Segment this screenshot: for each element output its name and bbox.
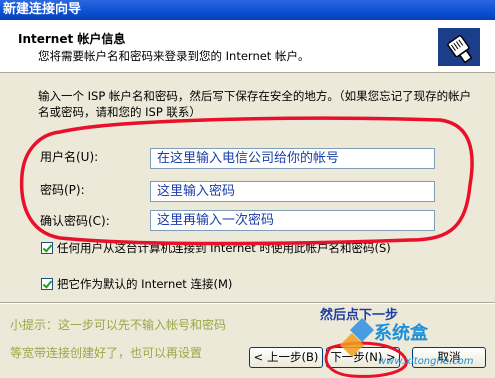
default-connection-label: 把它作为默认的 Internet 连接(M)	[57, 277, 233, 291]
confirm-password-label: 确认密码(C):	[40, 214, 110, 228]
any-user-label: 任何用户从这台计算机连接到 Internet 时使用此帐户名和密码(S)	[57, 241, 391, 255]
window-title: 新建连接向导	[3, 2, 82, 17]
instructions-text: 输入一个 ISP 帐户名和密码，然后写下保存在安全的地方。（如果您忘记了现存的帐…	[38, 89, 472, 119]
password-label: 密码(P):	[40, 183, 85, 197]
username-field[interactable]: 在这里输入电信公司给你的帐号	[150, 148, 435, 169]
watermark-url: www.xitonghe.com	[378, 356, 474, 367]
confirm-password-field[interactable]: 这里再输入一次密码	[150, 210, 435, 231]
username-label: 用户名(U):	[40, 150, 99, 164]
header-title: Internet 帐户信息	[18, 32, 126, 46]
back-button[interactable]: < 上一步(B)	[249, 347, 323, 368]
default-connection-option[interactable]: 把它作为默认的 Internet 连接(M)	[41, 276, 232, 292]
password-field[interactable]: 这里输入密码	[150, 181, 435, 202]
title-bar: 新建连接向导	[0, 0, 495, 20]
watermark-name: 系统盒	[374, 323, 428, 344]
tip-line-1: 小提示：这一步可以先不输入帐号和密码	[10, 318, 227, 332]
default-connection-checkbox[interactable]	[41, 278, 53, 290]
tip-line-2: 等宽带连接创建好了，也可以再设置	[10, 346, 203, 360]
wizard-header: Internet 帐户信息 您将需要帐户名和密码来登录到您的 Internet …	[0, 20, 495, 73]
divider	[0, 302, 495, 304]
header-subtitle: 您将需要帐户名和密码来登录到您的 Internet 帐户。	[38, 49, 310, 63]
any-user-checkbox[interactable]	[41, 242, 53, 254]
any-user-option[interactable]: 任何用户从这台计算机连接到 Internet 时使用此帐户名和密码(S)	[41, 240, 391, 256]
network-cable-icon	[438, 28, 480, 66]
